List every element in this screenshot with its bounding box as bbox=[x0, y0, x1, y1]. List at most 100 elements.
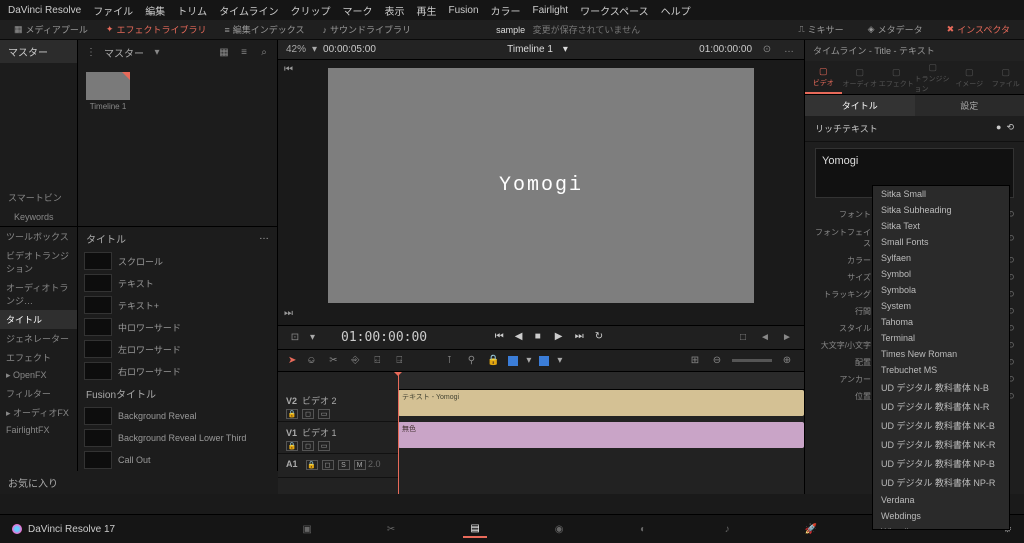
title-item[interactable]: Background Reveal bbox=[78, 405, 277, 427]
first-frame-icon[interactable]: ⏮ bbox=[495, 331, 509, 345]
menu-カラー[interactable]: カラー bbox=[491, 3, 521, 18]
title-item[interactable]: スクロール bbox=[78, 250, 277, 272]
auto-select-icon[interactable]: ◻ bbox=[302, 409, 314, 419]
font-option[interactable]: System bbox=[873, 298, 1009, 314]
font-option[interactable]: Times New Roman bbox=[873, 346, 1009, 362]
prev-frame-icon[interactable]: ◀ bbox=[515, 331, 529, 345]
metadata-tab[interactable]: ◈ メタデータ bbox=[862, 23, 929, 36]
page-edit-icon[interactable]: ▤ bbox=[463, 520, 487, 538]
title-item[interactable]: Background Reveal Lower Third bbox=[78, 427, 277, 449]
title-item[interactable]: 中ロワーサード bbox=[78, 316, 277, 338]
font-option[interactable]: Tahoma bbox=[873, 314, 1009, 330]
menu-再生[interactable]: 再生 bbox=[417, 3, 437, 18]
font-option[interactable]: Sylfaen bbox=[873, 250, 1009, 266]
richtext-section[interactable]: リッチテキスト● ⟲ bbox=[805, 116, 1024, 142]
font-list-popup[interactable]: Sitka SmallSitka SubheadingSitka TextSma… bbox=[872, 185, 1010, 530]
marker-icon[interactable] bbox=[539, 356, 549, 366]
font-option[interactable]: Trebuchet MS bbox=[873, 362, 1009, 378]
overwrite-icon[interactable]: ⍇ bbox=[370, 354, 384, 368]
search-icon[interactable]: ⌕ bbox=[257, 45, 271, 59]
font-option[interactable]: Sitka Text bbox=[873, 218, 1009, 234]
tree-item[interactable]: タイトル bbox=[0, 310, 77, 329]
fxlib-tab[interactable]: ✦ エフェクトライブラリ bbox=[100, 23, 213, 36]
index-icon[interactable]: ⊞ bbox=[688, 354, 702, 368]
timeline-body[interactable]: テキスト - Yomogi 無色 bbox=[398, 372, 804, 494]
favorites-header[interactable]: お気に入り bbox=[0, 471, 278, 494]
mixer-tab[interactable]: ⎍ ミキサー bbox=[792, 23, 849, 36]
page-deliver-icon[interactable]: 🚀 bbox=[799, 520, 823, 538]
menu-ワークスペース[interactable]: ワークスペース bbox=[580, 3, 649, 18]
lock-icon[interactable]: 🔒 bbox=[286, 409, 298, 419]
font-option[interactable]: UD デジタル 教科書体 NP-R bbox=[873, 473, 1009, 492]
title-item[interactable]: Call Out bbox=[78, 449, 277, 471]
link-icon[interactable]: ⚲ bbox=[464, 354, 478, 368]
list-view-icon[interactable]: ≡ bbox=[237, 45, 251, 59]
tree-item[interactable]: ▸ オーディオFX bbox=[0, 403, 77, 422]
transform-icon[interactable]: ⊡ bbox=[288, 331, 302, 345]
options-icon[interactable]: … bbox=[782, 43, 796, 57]
zoom-value[interactable]: 42% bbox=[286, 44, 306, 55]
font-option[interactable]: Terminal bbox=[873, 330, 1009, 346]
inspector-tab[interactable]: ▢オーディオ bbox=[842, 61, 879, 94]
timeline-ruler[interactable] bbox=[398, 372, 804, 390]
mute-icon[interactable]: ▭ bbox=[318, 441, 330, 451]
timecode-display[interactable]: 01:00:00:00 bbox=[341, 330, 427, 345]
zoom-in-icon[interactable]: ⊕ bbox=[780, 354, 794, 368]
grid-view-icon[interactable]: ▦ bbox=[217, 45, 231, 59]
menu-表示[interactable]: 表示 bbox=[385, 3, 405, 18]
stop-icon[interactable]: ■ bbox=[535, 331, 549, 345]
subtab-settings[interactable]: 設定 bbox=[915, 95, 1024, 116]
tree-item[interactable]: ツールボックス bbox=[0, 227, 77, 246]
menu-トリム[interactable]: トリム bbox=[177, 3, 207, 18]
blade-tool-icon[interactable]: ✂ bbox=[326, 354, 340, 368]
mediapool-tab[interactable]: ▦ メディアプール bbox=[8, 23, 94, 36]
font-option[interactable]: UD デジタル 教科書体 NK-R bbox=[873, 435, 1009, 454]
skip-fwd-icon[interactable]: ⏭ bbox=[284, 308, 293, 319]
master-bin[interactable]: マスター bbox=[0, 40, 77, 63]
menu-ファイル[interactable]: ファイル bbox=[93, 3, 133, 18]
auto-select-icon[interactable]: ◻ bbox=[302, 441, 314, 451]
chevron-down-icon[interactable]: ▾ bbox=[150, 45, 164, 59]
timeline-clip-thumb[interactable]: Timeline 1 bbox=[86, 72, 130, 111]
viewer-canvas[interactable]: Yomogi bbox=[328, 68, 754, 303]
bypass-icon[interactable]: ⊙ bbox=[760, 43, 774, 57]
inspector-tab[interactable]: ▢エフェクト bbox=[878, 61, 915, 94]
select-tool-icon[interactable]: ➤ bbox=[288, 355, 296, 366]
page-fusion-icon[interactable]: ◉ bbox=[547, 520, 571, 538]
tree-item[interactable]: オーディオトランジ… bbox=[0, 278, 77, 310]
replace-icon[interactable]: ⍈ bbox=[392, 354, 406, 368]
loop-icon[interactable]: ↻ bbox=[595, 331, 609, 345]
match-frame-icon[interactable]: □ bbox=[736, 331, 750, 345]
skip-back-icon[interactable]: ⏮ bbox=[284, 64, 293, 75]
title-item[interactable]: テキスト bbox=[78, 272, 277, 294]
track-v1[interactable]: V1 ビデオ 1🔒◻▭ bbox=[278, 422, 398, 454]
mute-icon[interactable]: ▭ bbox=[318, 409, 330, 419]
menu-davinci resolve[interactable]: DaVinci Resolve bbox=[8, 5, 81, 16]
lock-icon[interactable]: 🔒 bbox=[286, 441, 298, 451]
trim-tool-icon[interactable]: ⎉ bbox=[304, 354, 318, 368]
titles-menu-icon[interactable]: … bbox=[259, 231, 269, 246]
mark-in-icon[interactable]: ◄ bbox=[758, 331, 772, 345]
tree-item[interactable]: エフェクト bbox=[0, 348, 77, 367]
page-color-icon[interactable]: ◐ bbox=[631, 520, 655, 538]
insert-icon[interactable]: ⎆ bbox=[348, 354, 362, 368]
font-option[interactable]: UD デジタル 教科書体 NP-B bbox=[873, 454, 1009, 473]
lock-icon[interactable]: 🔒 bbox=[486, 354, 500, 368]
menu-ヘルプ[interactable]: ヘルプ bbox=[661, 3, 691, 18]
page-fairlight-icon[interactable]: ♪ bbox=[715, 520, 739, 538]
tree-item[interactable]: ビデオトランジション bbox=[0, 246, 77, 278]
title-item[interactable]: テキスト+ bbox=[78, 294, 277, 316]
font-option[interactable]: UD デジタル 教科書体 N-R bbox=[873, 397, 1009, 416]
menu-マーク[interactable]: マーク bbox=[343, 3, 373, 18]
inspector-tab[interactable]: ✖ インスペクタ bbox=[941, 23, 1016, 36]
editindex-tab[interactable]: ≡ 編集インデックス bbox=[218, 23, 310, 36]
font-option[interactable]: UD デジタル 教科書体 N-B bbox=[873, 378, 1009, 397]
tree-item[interactable]: ▸ OpenFX bbox=[0, 367, 77, 384]
playhead[interactable] bbox=[398, 372, 399, 494]
page-media-icon[interactable]: ▣ bbox=[295, 520, 319, 538]
tree-item[interactable]: ジェネレーター bbox=[0, 329, 77, 348]
font-option[interactable]: Symbol bbox=[873, 266, 1009, 282]
menu-タイムライン[interactable]: タイムライン bbox=[219, 3, 278, 18]
timeline-name[interactable]: Timeline 1 bbox=[507, 44, 553, 55]
font-option[interactable]: Symbola bbox=[873, 282, 1009, 298]
